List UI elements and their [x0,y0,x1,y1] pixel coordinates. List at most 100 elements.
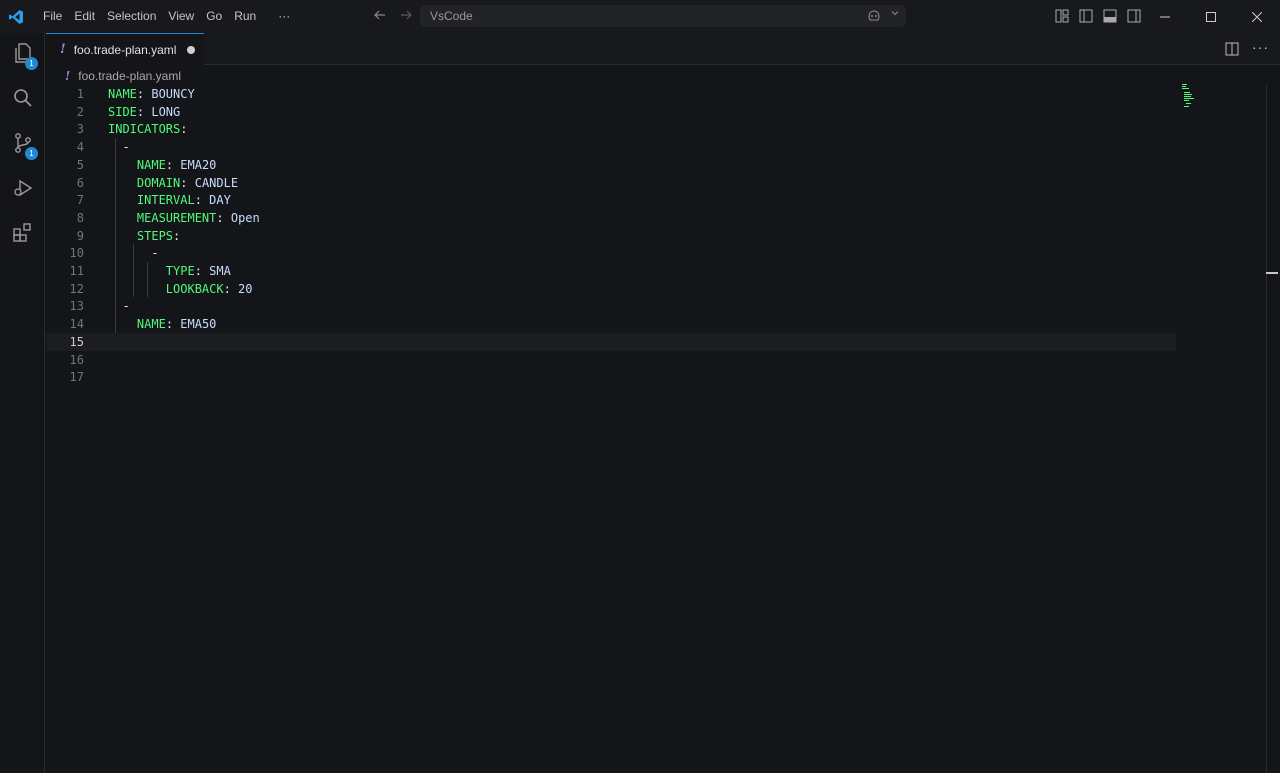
yaml-separator: : [223,281,239,296]
activity-bar: 1 1 [0,33,45,773]
yaml-separator: - [122,299,130,314]
yaml-separator: : [180,122,188,137]
line-number[interactable]: 7 [46,191,84,209]
line-number[interactable]: 9 [46,227,84,245]
minimap[interactable] [1180,84,1200,108]
code-text: NAME: BOUNCY [108,85,195,103]
code-text: - [108,297,130,315]
code-editor[interactable]: 1 NAME: BOUNCY 2 SIDE: LONG 3 INDICATORS: 4 -5… [46,85,1266,773]
customize-layout-icon[interactable] [1054,8,1070,24]
code-text: TYPE: SMA [108,262,231,280]
menu-more[interactable]: ··· [262,0,296,33]
line-number[interactable]: 5 [46,156,84,174]
line-number[interactable]: 17 [46,368,84,386]
vertical-scrollbar[interactable] [1266,85,1280,773]
editor-tab-bar: ! foo.trade-plan.yaml ··· [46,33,1280,65]
toggle-secondary-sidebar-icon[interactable] [1126,8,1142,24]
code-line[interactable]: 17 [46,368,1176,386]
line-number[interactable]: 2 [46,103,84,121]
code-line[interactable]: 11 TYPE: SMA [46,262,1176,280]
line-number[interactable]: 11 [46,262,84,280]
code-text: STEPS: [108,227,180,245]
code-line[interactable]: 10 - [46,244,1176,262]
code-line[interactable]: 8 MEASUREMENT: Open [46,209,1176,227]
yaml-key: NAME [136,157,166,172]
yaml-separator: : [216,210,231,225]
menu-file[interactable]: File [37,0,68,33]
yaml-value: EMA20 [180,157,217,172]
toggle-primary-sidebar-icon[interactable] [1078,8,1094,24]
code-line[interactable]: 15 [46,332,1176,351]
activity-search[interactable] [0,78,45,123]
breadcrumb[interactable]: ! foo.trade-plan.yaml [46,66,181,86]
line-number[interactable]: 10 [46,244,84,262]
code-line[interactable]: 12 LOOKBACK: 20 [46,280,1176,298]
minimize-icon[interactable] [1142,0,1188,33]
code-line[interactable]: 14 NAME: EMA50 [46,315,1176,333]
yaml-key: NAME [136,317,166,332]
back-arrow-icon[interactable] [372,8,388,24]
menu-view[interactable]: View [162,0,200,33]
activity-source-control[interactable]: 1 [0,123,45,168]
line-number[interactable]: 16 [46,351,84,369]
code-line[interactable]: 4 - [46,138,1176,156]
yaml-key: NAME [108,87,137,101]
code-line[interactable]: 13 - [46,297,1176,315]
code-line[interactable]: 1 NAME: BOUNCY [46,85,1176,103]
unsaved-dot-icon[interactable] [187,46,195,54]
line-number[interactable]: 4 [46,138,84,156]
close-icon[interactable] [1234,0,1280,33]
line-number[interactable]: 8 [46,209,84,227]
code-line[interactable]: 7 INTERVAL: DAY [46,191,1176,209]
code-line[interactable]: 5 NAME: EMA20 [46,156,1176,174]
line-number[interactable]: 15 [46,333,84,351]
code-line[interactable]: 6 DOMAIN: CANDLE [46,174,1176,192]
menu-selection[interactable]: Selection [101,0,162,33]
yaml-value: 20 [238,281,253,296]
indent-guide [132,244,134,298]
maximize-icon[interactable] [1188,0,1234,33]
line-number[interactable]: 3 [46,120,84,138]
split-editor-icon[interactable] [1224,41,1240,57]
activity-explorer[interactable]: 1 [0,33,45,78]
toggle-panel-icon[interactable] [1102,8,1118,24]
code-text: NAME: EMA50 [108,315,216,333]
code-line[interactable]: 2 SIDE: LONG [46,103,1176,121]
tab-foo-trade-plan-yaml[interactable]: ! foo.trade-plan.yaml [46,33,204,65]
menu-edit[interactable]: Edit [68,0,101,33]
yaml-value: BOUNCY [151,87,195,101]
forward-arrow-icon[interactable] [398,8,414,24]
code-text: LOOKBACK: 20 [108,280,253,298]
activity-extensions[interactable] [0,213,45,258]
line-number[interactable]: 14 [46,315,84,333]
code-line[interactable]: 9 STEPS: [46,227,1176,245]
activity-run-debug[interactable] [0,168,45,213]
menu-run[interactable]: Run [228,0,262,33]
command-center[interactable]: VsCode [420,5,906,27]
code-text: - [108,138,129,156]
breadcrumb-file[interactable]: foo.trade-plan.yaml [78,69,181,83]
yaml-key: DOMAIN [136,175,181,190]
more-actions-icon[interactable]: ··· [1252,39,1269,55]
code-line[interactable]: 16 [46,351,1176,369]
line-number[interactable]: 12 [46,280,84,298]
line-number[interactable]: 13 [46,297,84,315]
yaml-value: DAY [209,193,231,208]
line-number[interactable]: 6 [46,174,84,192]
line-number[interactable]: 1 [46,85,84,103]
code-line[interactable]: 3 INDICATORS: [46,120,1176,138]
code-text: MEASUREMENT: Open [108,209,260,227]
title-bar: File Edit Selection View Go Run ··· VsCo… [0,0,1280,33]
yaml-separator: : [173,228,181,243]
yaml-file-icon: ! [60,42,66,57]
copilot-icon[interactable] [866,8,882,24]
yaml-separator: : [180,175,195,190]
chevron-down-icon[interactable] [890,8,900,21]
menu-go[interactable]: Go [200,0,228,33]
